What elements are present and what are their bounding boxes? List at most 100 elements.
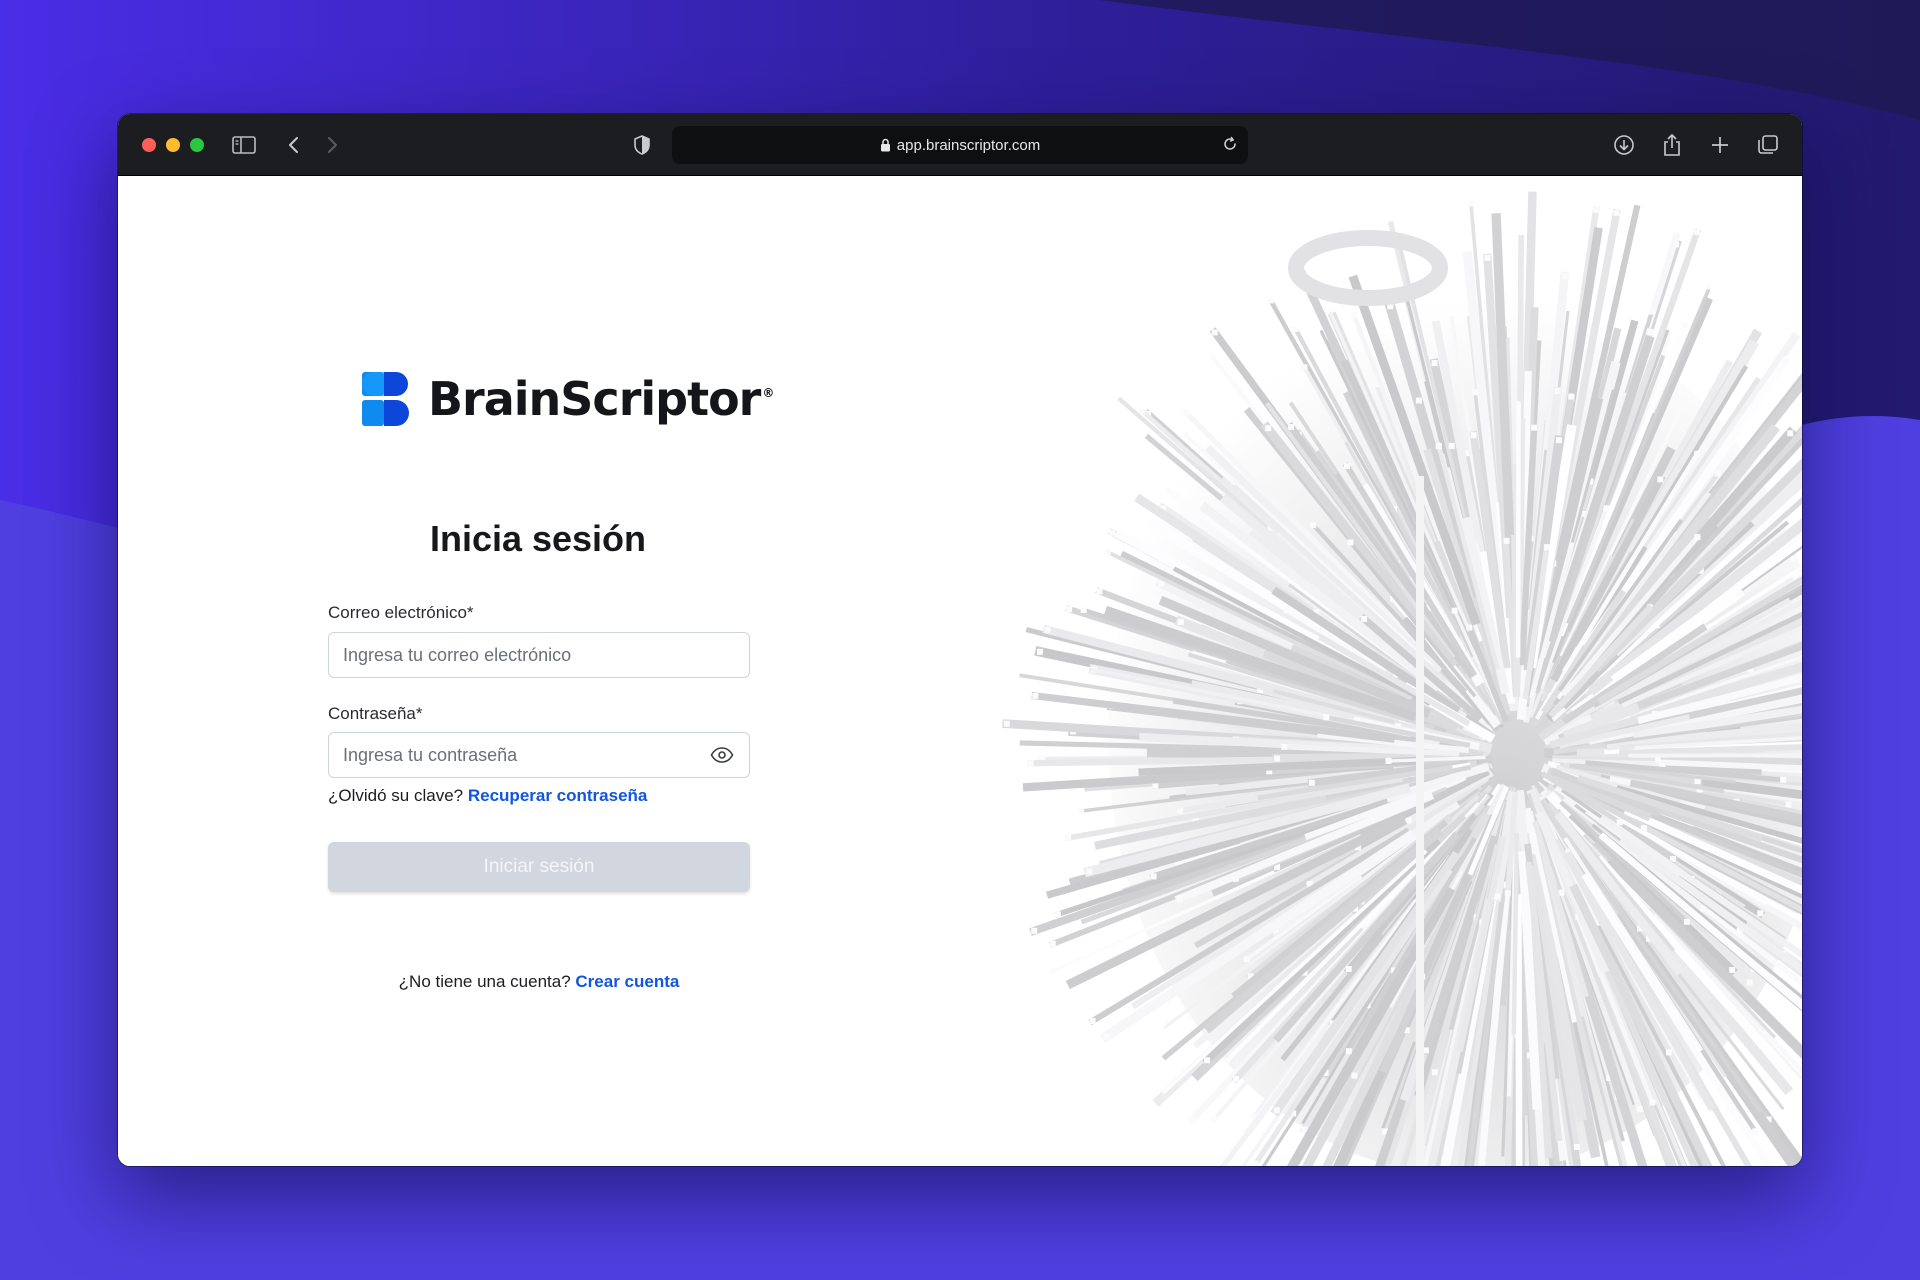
plus-icon[interactable] [1706, 131, 1734, 159]
chevron-left-icon[interactable] [280, 131, 308, 159]
email-field-wrapper [328, 632, 750, 678]
spike-cap [1165, 487, 1172, 494]
spike-cap [1681, 322, 1688, 329]
spike-cap [1109, 529, 1116, 536]
spike-cap [1568, 393, 1575, 400]
spike-cap [1343, 463, 1350, 470]
spike-cap [1274, 755, 1281, 762]
spike-cap [1003, 720, 1010, 727]
spike-cap [1031, 927, 1038, 934]
spike-cap [1104, 549, 1111, 556]
signup-prompt: ¿No tiene una cuenta? [398, 972, 571, 991]
spike-cap [1027, 760, 1034, 767]
spike-cap [1800, 566, 1802, 573]
spike-cap [1089, 1018, 1096, 1025]
browser-window: app.brainscriptor.com BrainScriptor ® In… [118, 114, 1802, 1166]
spike-cap [1431, 1069, 1438, 1076]
spike-cap [1066, 606, 1073, 613]
spike-cap [1790, 555, 1797, 562]
spike-cap [1036, 648, 1043, 655]
spike-cap [1292, 325, 1299, 332]
spike-cap [1281, 743, 1288, 750]
spike-cap [1233, 1075, 1240, 1082]
spike-cap [1665, 1049, 1672, 1056]
spike-cap [1345, 966, 1352, 973]
spike-cap [1494, 893, 1501, 900]
tabs-overview-icon[interactable] [1754, 131, 1782, 159]
spike-cap [1211, 1116, 1218, 1123]
page-title: Inicia sesión [429, 518, 647, 559]
spike-cap [1177, 618, 1184, 625]
spike-cap [1405, 817, 1412, 824]
spike-cap [1177, 807, 1184, 814]
spike-cap [1345, 1048, 1352, 1055]
spike-cap [1554, 387, 1561, 394]
spike-cap [1308, 779, 1315, 786]
spike-cap [1086, 868, 1093, 875]
spike-cap [1785, 801, 1792, 808]
spike-cap [1032, 692, 1039, 699]
forgot-password-row: ¿Olvidó su clave? Recuperar contraseña [328, 786, 647, 806]
close-window-button[interactable] [142, 138, 156, 152]
spike-cap [1451, 607, 1458, 614]
spike-cap [1780, 776, 1787, 783]
spike [1515, 894, 1523, 1166]
spike-cap [1543, 544, 1550, 551]
spike-cap [1648, 308, 1655, 315]
email-field[interactable] [343, 644, 735, 666]
zoom-window-button[interactable] [190, 138, 204, 152]
forgot-password-prompt: ¿Olvidó su clave? [328, 786, 464, 805]
spike-cap [1573, 1144, 1580, 1151]
spike-cap [1182, 432, 1189, 439]
chevron-right-icon[interactable] [318, 131, 346, 159]
spike-cap [1351, 312, 1358, 319]
spike-cap [1150, 873, 1157, 880]
spike-cap [1323, 714, 1330, 721]
spike-cap [1706, 283, 1713, 290]
spike-cap [1183, 409, 1190, 416]
login-submit-button[interactable]: Iniciar sesión [328, 842, 750, 892]
spike-cap [1470, 432, 1477, 439]
email-label: Correo electrónico* [328, 603, 474, 622]
download-icon[interactable] [1610, 131, 1638, 159]
eye-icon[interactable] [709, 742, 735, 768]
share-icon[interactable] [1658, 131, 1686, 159]
spike-cap [1649, 1099, 1656, 1106]
spike-cap [1158, 580, 1165, 587]
spike-cap [1503, 537, 1510, 544]
spike-cap [1448, 442, 1455, 449]
minimize-window-button[interactable] [166, 138, 180, 152]
spike-cap [1347, 539, 1354, 546]
spike-cap [1531, 424, 1538, 431]
spike-cap [1484, 254, 1491, 261]
spike-cap [1267, 297, 1274, 304]
create-account-link[interactable]: Crear cuenta [575, 972, 679, 991]
spike-cap [1729, 967, 1736, 974]
shield-icon[interactable] [628, 131, 656, 159]
spike-cap [1715, 470, 1722, 477]
password-field[interactable] [343, 744, 709, 766]
sidebar-icon[interactable] [230, 131, 258, 159]
spike-cap [1351, 1072, 1358, 1079]
spike-cap [1568, 426, 1575, 433]
spike-cap [1694, 534, 1701, 541]
brand-logo: BrainScriptor ® [362, 372, 774, 426]
spike-cap [1139, 407, 1146, 414]
brand-name: BrainScriptor ® [428, 372, 774, 426]
login-pane: BrainScriptor ® Inicia sesión Correo elec… [118, 176, 1048, 1166]
spike-cap [1054, 911, 1061, 918]
spike-cap [1265, 425, 1272, 432]
address-bar[interactable]: app.brainscriptor.com [672, 126, 1248, 164]
hero-3d-illustration [1002, 191, 1802, 1166]
spike-cap [1752, 1128, 1759, 1135]
url-text: app.brainscriptor.com [896, 136, 1041, 154]
browser-toolbar: app.brainscriptor.com [118, 114, 1802, 176]
spike-cap [1044, 626, 1051, 633]
brainscriptor-logo-icon [362, 372, 409, 426]
reload-icon[interactable] [1222, 136, 1238, 152]
spike-cap [1385, 757, 1392, 764]
recover-password-link[interactable]: Recuperar contraseña [468, 786, 648, 805]
spike-cap [1640, 825, 1647, 832]
spike-cap [1694, 450, 1701, 457]
spike [1511, 832, 1520, 1035]
